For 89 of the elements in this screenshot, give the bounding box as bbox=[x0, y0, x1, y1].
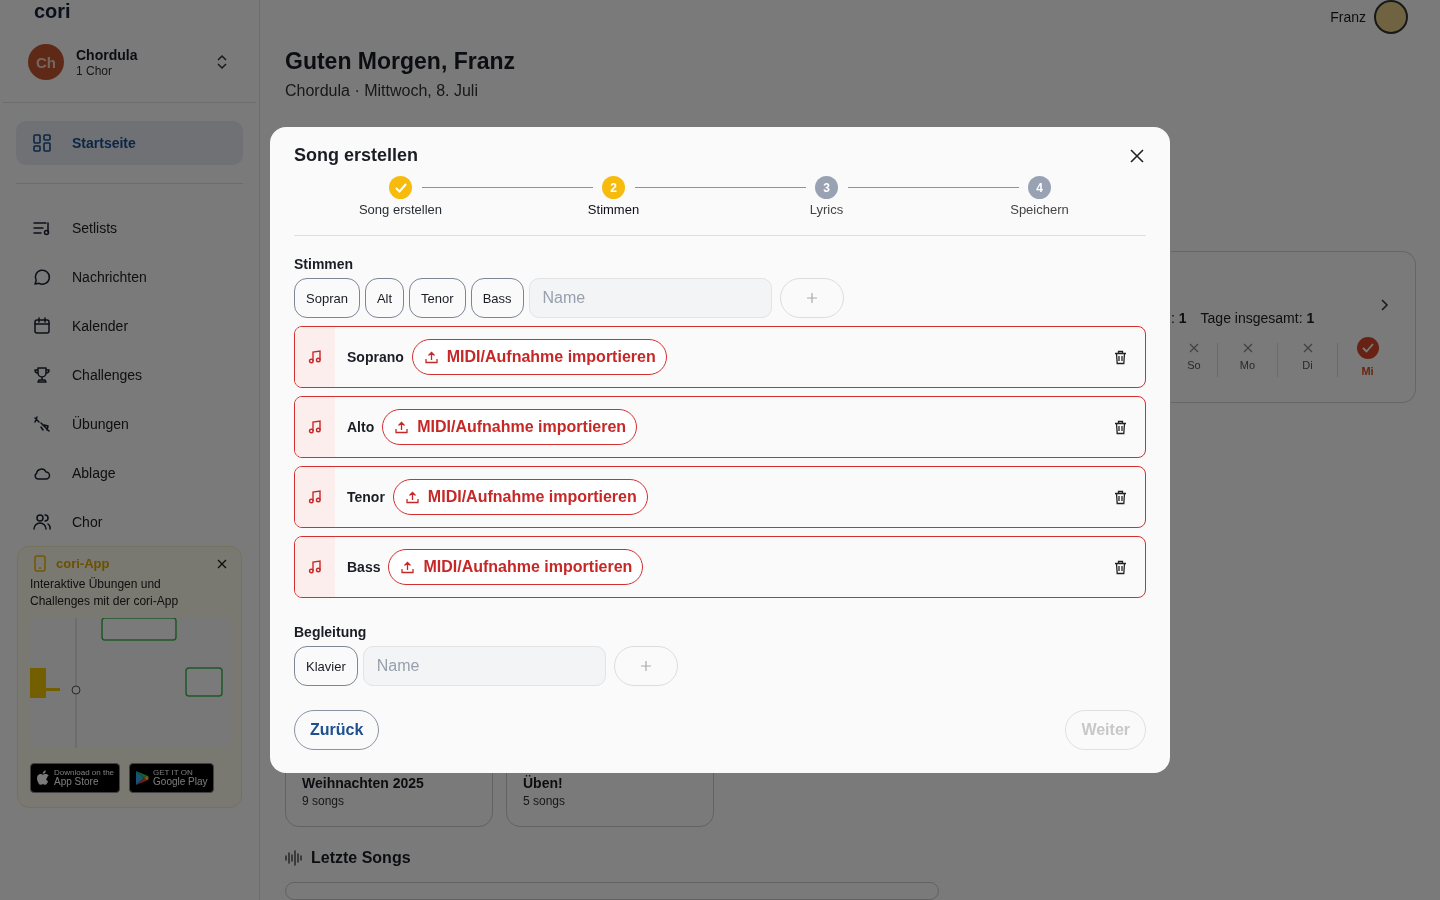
greeting-title: Guten Morgen, Franz bbox=[285, 48, 516, 75]
voice-chip[interactable]: Bass bbox=[470, 278, 524, 318]
choir-avatar: Ch bbox=[28, 44, 64, 80]
trash-icon[interactable] bbox=[1114, 489, 1127, 505]
voice-name: Alto bbox=[347, 419, 375, 435]
upload-icon bbox=[401, 560, 415, 574]
nav-item[interactable]: Kalender bbox=[16, 304, 243, 348]
choir-count: 1 Chor bbox=[76, 63, 114, 78]
streak-card[interactable]: : 1 Tage insgesamt: 1 So Mo Di Mi bbox=[1171, 251, 1416, 403]
voice-name: Soprano bbox=[347, 349, 404, 365]
choir-name: Chordula bbox=[76, 46, 139, 63]
step-label: Stimmen bbox=[587, 202, 640, 217]
trash-icon[interactable] bbox=[1114, 349, 1127, 365]
weekday-label: Mo bbox=[1239, 359, 1256, 371]
music-note-icon bbox=[308, 420, 322, 434]
import-button[interactable]: MIDI/Aufnahme importieren bbox=[392, 479, 648, 515]
song-count: 5 songs bbox=[523, 794, 567, 808]
dialog-title: Song erstellen bbox=[294, 145, 419, 166]
name-input[interactable]: Name bbox=[362, 646, 606, 686]
chevron-updown-icon bbox=[217, 54, 227, 70]
streak-total: Tage insgesamt: 1 bbox=[1200, 310, 1315, 326]
import-button[interactable]: MIDI/Aufnahme importieren bbox=[388, 549, 644, 585]
plus-icon bbox=[639, 660, 652, 672]
voice-name: Bass bbox=[347, 559, 381, 575]
song-count: 9 songs bbox=[302, 794, 346, 808]
nav-item[interactable]: Challenges bbox=[16, 353, 243, 397]
music-note-icon bbox=[308, 490, 322, 504]
step-number: 3 bbox=[815, 176, 838, 199]
import-button[interactable]: MIDI/Aufnahme importieren bbox=[411, 339, 667, 375]
import-button[interactable]: MIDI/Aufnahme importieren bbox=[382, 409, 638, 445]
voice-chip[interactable]: Tenor bbox=[409, 278, 466, 318]
play-store-icon bbox=[135, 770, 150, 786]
step-number: 4 bbox=[1028, 176, 1051, 199]
chat-bubble-icon bbox=[32, 267, 52, 287]
promo-text: Interaktive Übungen und Challenges mit der cori-App bbox=[30, 576, 180, 610]
choir-switcher[interactable]: Ch Chordula 1 Chor bbox=[0, 42, 259, 82]
logo: cori bbox=[34, 0, 71, 22]
section-label: Stimmen bbox=[294, 256, 355, 272]
voice-chip[interactable]: Sopran bbox=[294, 278, 360, 318]
promo-title: cori-App bbox=[56, 556, 111, 571]
store-caption: Download on the bbox=[54, 769, 115, 777]
step-label: Song erstellen bbox=[358, 202, 443, 217]
trash-icon[interactable] bbox=[1114, 419, 1127, 435]
store-badge[interactable]: GET IT ON Google Play bbox=[129, 763, 214, 793]
chevron-right-icon bbox=[1381, 299, 1389, 311]
nav-item[interactable]: Ablage bbox=[16, 451, 243, 495]
instrument-chip[interactable]: Klavier bbox=[294, 646, 358, 686]
voice-chip[interactable]: Alt bbox=[364, 278, 405, 318]
nav-item[interactable]: Übungen bbox=[16, 402, 243, 446]
store-badge[interactable]: Download on the App Store bbox=[30, 763, 121, 793]
weekday-label: Mi bbox=[1361, 365, 1374, 377]
calendar-icon bbox=[32, 316, 52, 336]
setlist-title: Üben! bbox=[523, 775, 564, 791]
store-name: App Store bbox=[54, 777, 100, 787]
store-name: Google Play bbox=[153, 777, 208, 787]
dashboard-icon bbox=[32, 133, 52, 153]
greeting-subtitle: Chordula · Mittwoch, 8. Juli bbox=[285, 82, 479, 100]
upload-icon bbox=[395, 420, 409, 434]
user-avatar[interactable] bbox=[1374, 0, 1408, 34]
music-note-icon bbox=[308, 350, 322, 364]
upload-icon bbox=[405, 490, 419, 504]
nav-item[interactable]: Setlists bbox=[16, 206, 243, 250]
upload-icon bbox=[424, 350, 438, 364]
back-button[interactable]: Zurück bbox=[294, 710, 380, 750]
apple-icon bbox=[36, 770, 50, 786]
plus-icon bbox=[805, 292, 818, 304]
weekday-label: Di bbox=[1302, 359, 1313, 371]
store-caption: GET IT ON bbox=[153, 769, 194, 777]
weekday-label: So bbox=[1187, 359, 1201, 371]
step-label: Lyrics bbox=[809, 202, 844, 217]
people-icon bbox=[32, 512, 52, 532]
section-title: Letzte Songs bbox=[311, 849, 411, 867]
name-input[interactable]: Name bbox=[528, 278, 772, 318]
nav-item[interactable]: Startseite bbox=[16, 121, 243, 165]
music-note-icon bbox=[308, 560, 322, 574]
nav-item[interactable]: Chor bbox=[16, 500, 243, 544]
trophy-icon bbox=[32, 365, 52, 385]
phone-icon bbox=[34, 555, 46, 572]
step-number: 2 bbox=[602, 176, 625, 199]
section-label: Begleitung bbox=[294, 624, 368, 640]
step-label: Speichern bbox=[1010, 202, 1069, 217]
waveform-icon bbox=[285, 850, 303, 866]
voice-name: Tenor bbox=[347, 489, 385, 505]
nav-item[interactable]: Nachrichten bbox=[16, 255, 243, 299]
trash-icon[interactable] bbox=[1114, 559, 1127, 575]
setlist-title: Weihnachten 2025 bbox=[302, 775, 425, 791]
streak-current: : 1 bbox=[1171, 310, 1187, 326]
user-name: Franz bbox=[1330, 9, 1366, 25]
close-icon[interactable] bbox=[1130, 148, 1144, 163]
